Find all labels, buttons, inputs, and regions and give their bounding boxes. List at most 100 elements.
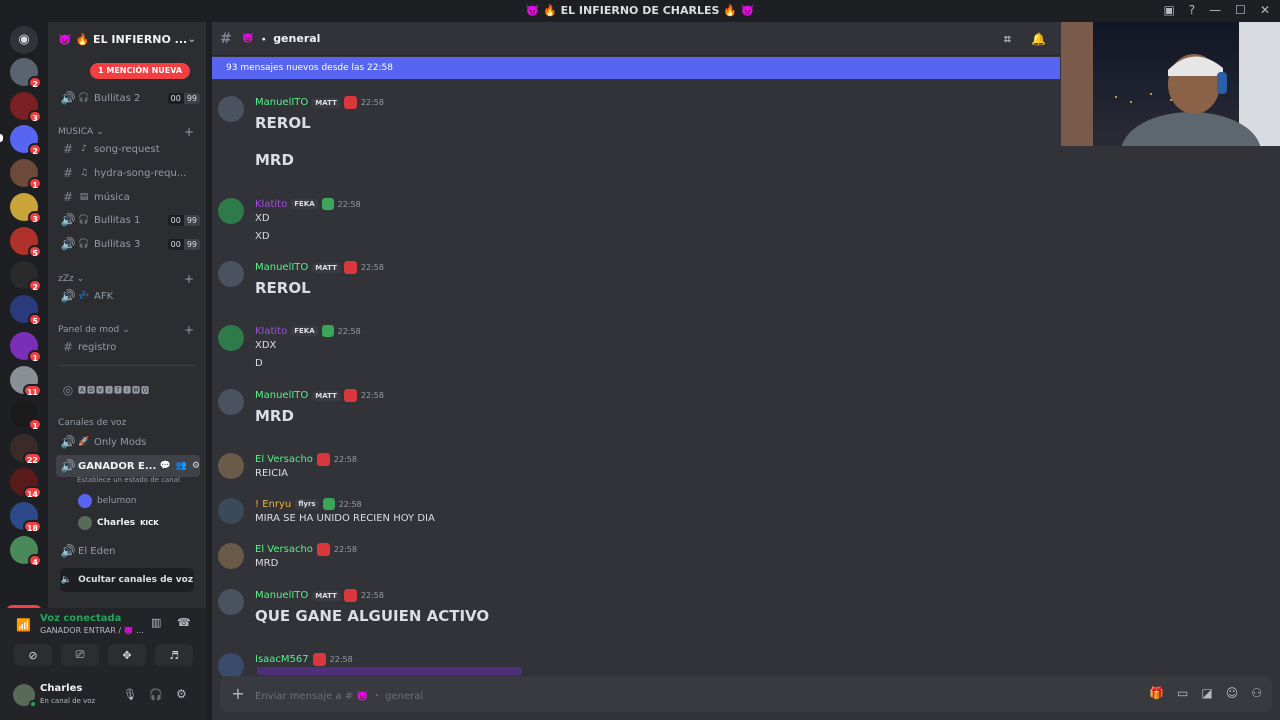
avatar[interactable] xyxy=(218,498,244,524)
avatar[interactable] xyxy=(218,325,244,351)
message-author[interactable]: Klatito xyxy=(255,199,287,210)
server-icon[interactable]: 2 xyxy=(10,58,42,89)
category-musica[interactable]: MUSICA ⌄ + xyxy=(58,125,194,139)
inbox-icon[interactable]: ▣ xyxy=(1163,3,1174,17)
voice-user[interactable]: belumon xyxy=(78,491,136,511)
chat-bubble-icon[interactable]: 💬 xyxy=(159,461,170,471)
hide-voice-channels-button[interactable]: 🔈 Ocultar canales de voz xyxy=(60,568,194,592)
text-channel-song-request[interactable]: # ♪ song-request xyxy=(56,138,200,160)
avatar[interactable] xyxy=(218,453,244,479)
close-icon[interactable]: ✕ xyxy=(1260,3,1270,17)
server-icon[interactable]: 11 xyxy=(10,366,42,397)
guild-tag[interactable]: flyrs xyxy=(295,499,319,509)
voice-status[interactable]: Voz conectada xyxy=(40,613,121,624)
message-author[interactable]: ! Enryu xyxy=(255,499,291,510)
activities-button[interactable]: ✥ xyxy=(108,644,146,666)
category-canales-de-voz[interactable]: Canales de voz xyxy=(58,418,194,428)
voice-channel-name[interactable]: GANADOR ENTRAR / 👿 ... xyxy=(40,626,144,635)
guild-header[interactable]: 👿 🔥 EL INFIERNO ... ⌄ xyxy=(48,22,206,56)
message-author[interactable]: ManuelITO xyxy=(255,590,308,601)
category-zzz[interactable]: zZz ⌄ + xyxy=(58,272,194,286)
chevron-down-icon: ⌄ xyxy=(187,33,196,45)
noise-suppression-icon[interactable]: ▥ xyxy=(151,616,161,629)
server-icon[interactable]: 4 xyxy=(10,536,42,567)
server-icon[interactable]: 14 xyxy=(10,468,42,499)
headphones-icon[interactable]: 🎧 xyxy=(149,688,163,701)
new-messages-bar[interactable]: 93 mensajes nuevos desde las 22:58 xyxy=(212,57,1060,79)
guild-tag[interactable]: MATT xyxy=(312,97,340,108)
invite-icon[interactable]: 👥 xyxy=(176,461,187,471)
voice-channel-bullitas-1[interactable]: 🔊 🎧 Bullitas 1 00 99 xyxy=(56,209,200,231)
message-author[interactable]: ManuelITO xyxy=(255,262,308,273)
text-channel-hydra[interactable]: # ♫ hydra-song-requ... xyxy=(56,162,200,184)
channel-status[interactable]: Establece un estado de canal xyxy=(77,476,180,484)
message-author[interactable]: El Versacho xyxy=(255,544,313,555)
message-author[interactable]: Klatito xyxy=(255,326,287,337)
voice-channel-afk[interactable]: 🔊 💤 AFK xyxy=(56,285,200,307)
message-author[interactable]: ManuelITO xyxy=(255,390,308,401)
help-icon[interactable]: ? xyxy=(1189,3,1195,17)
channel-label: 🅰🅳🆅🅸🆃🅸🅼🅾 xyxy=(78,385,150,395)
server-icon[interactable]: 1 xyxy=(10,159,42,190)
category-panel-de-mod[interactable]: Panel de mod ⌄ + xyxy=(58,323,194,337)
add-channel-icon[interactable]: + xyxy=(184,125,194,139)
guild-tag[interactable]: MATT xyxy=(312,590,340,601)
server-icon[interactable]: 2 xyxy=(10,261,42,292)
bell-icon[interactable]: 🔔 xyxy=(1031,32,1046,46)
add-channel-icon[interactable]: + xyxy=(184,272,194,286)
sticker-icon[interactable]: ◪ xyxy=(1201,686,1212,700)
microphone-icon[interactable]: 🎙 xyxy=(123,688,137,701)
gear-icon[interactable]: ⚙ xyxy=(192,461,200,471)
disconnect-icon[interactable]: ☎ xyxy=(177,616,191,629)
voice-channel-only-mods[interactable]: 🔊 🚀 Only Mods xyxy=(56,431,200,453)
server-icon[interactable]: 18 xyxy=(10,502,42,533)
message-input[interactable]: + Enviar mensaje a # 👿 ・ general 🎁 ▭ ◪ ☺… xyxy=(220,676,1272,712)
message-author[interactable]: IsaacM567 xyxy=(255,654,309,665)
voice-channel-el-eden[interactable]: 🔊 El Eden xyxy=(56,540,200,562)
server-icon[interactable]: 2 xyxy=(10,125,42,156)
server-icon[interactable]: 3 xyxy=(10,92,42,123)
text-channel-registro[interactable]: # registro xyxy=(56,336,200,358)
voice-user[interactable]: Charles KICK xyxy=(78,513,159,533)
guild-tag[interactable]: MATT xyxy=(312,262,340,273)
server-icon[interactable]: 3 xyxy=(10,193,42,224)
user-name[interactable]: Charles xyxy=(40,683,82,694)
server-icon[interactable]: 22 xyxy=(10,434,42,465)
emoji-icon[interactable]: ☺ xyxy=(1226,686,1239,700)
minimize-icon[interactable]: — xyxy=(1209,3,1221,17)
server-icon[interactable]: 1 xyxy=(10,400,42,431)
avatar[interactable] xyxy=(218,389,244,415)
add-attachment-icon[interactable]: + xyxy=(228,684,248,704)
new-mention-pill[interactable]: 1 MENCIÓN NUEVA xyxy=(90,63,191,79)
soundboard-button[interactable]: ♬ xyxy=(155,644,193,666)
maximize-icon[interactable]: ☐ xyxy=(1235,3,1246,17)
text-channel-musica[interactable]: # ▤ música xyxy=(56,186,200,208)
stage-channel[interactable]: ◎ 🅰🅳🆅🅸🆃🅸🅼🅾 xyxy=(56,379,200,401)
guild-tag[interactable]: FEKA xyxy=(291,199,318,209)
gif-icon[interactable]: ▭ xyxy=(1177,686,1188,700)
voice-channel-bullitas-2[interactable]: 🔊 🎧 Bullitas 2 00 99 xyxy=(56,87,200,109)
avatar[interactable] xyxy=(218,543,244,569)
server-icon[interactable]: 5 xyxy=(10,295,42,326)
message-header: Klatito FEKA 22:58 xyxy=(255,325,361,337)
voice-channel-bullitas-3[interactable]: 🔊 🎧 Bullitas 3 00 99 xyxy=(56,233,200,255)
guild-tag[interactable]: FEKA xyxy=(291,326,318,336)
message-author[interactable]: El Versacho xyxy=(255,454,313,465)
guild-tag[interactable]: MATT xyxy=(312,390,340,401)
server-icon[interactable]: 5 xyxy=(10,227,42,258)
screen-share-button[interactable]: ⎚ xyxy=(61,644,99,666)
apps-icon[interactable]: ⚇ xyxy=(1251,686,1262,700)
message-author[interactable]: ManuelITO xyxy=(255,97,308,108)
home-button[interactable]: ◉ xyxy=(10,26,38,54)
avatar[interactable] xyxy=(218,589,244,615)
avatar[interactable] xyxy=(218,198,244,224)
gear-icon[interactable]: ⚙ xyxy=(176,687,187,701)
voice-channel-ganador[interactable]: 🔊 GANADOR E... 💬 👥 ⚙ xyxy=(56,455,200,477)
threads-icon[interactable]: ⌗ xyxy=(1004,32,1011,47)
avatar[interactable] xyxy=(218,96,244,122)
add-channel-icon[interactable]: + xyxy=(184,323,194,337)
server-icon[interactable]: 1 xyxy=(10,332,42,363)
avatar[interactable] xyxy=(218,261,244,287)
camera-button[interactable]: ⊘ xyxy=(14,644,52,666)
gift-icon[interactable]: 🎁 xyxy=(1149,686,1164,700)
